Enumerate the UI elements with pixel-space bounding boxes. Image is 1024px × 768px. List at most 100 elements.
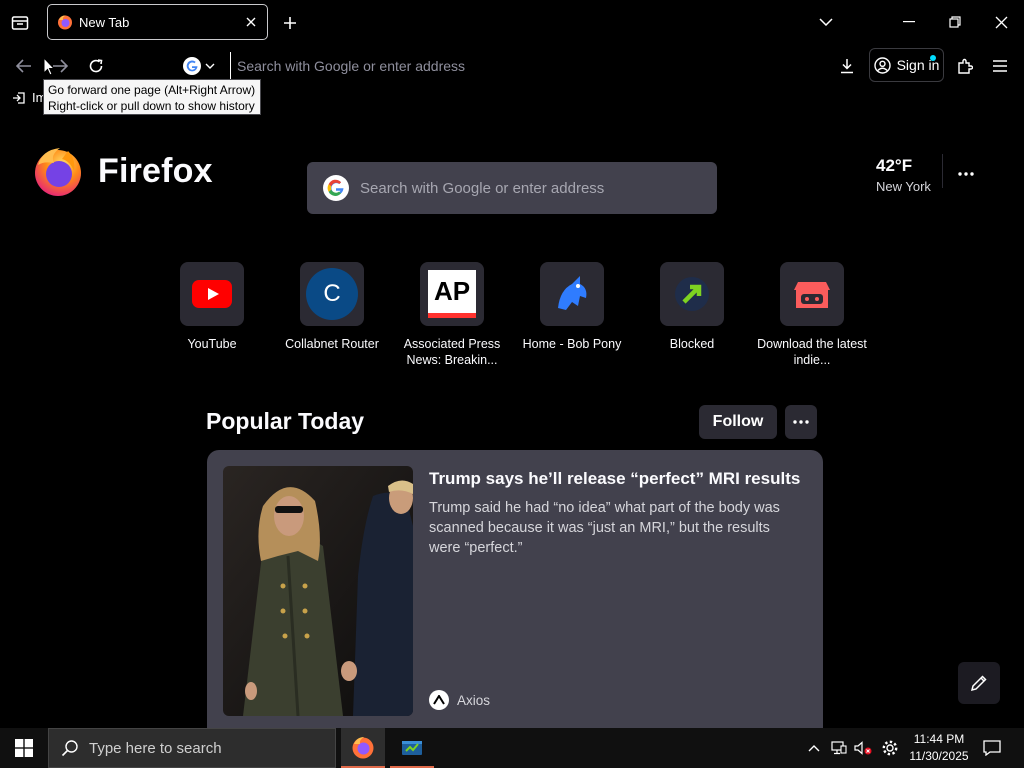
google-logo-icon	[183, 57, 201, 75]
shortcut-label: Home - Bob Pony	[522, 337, 622, 351]
puzzle-icon	[958, 58, 973, 74]
story-headline: Trump says he’ll release “perfect” MRI r…	[429, 469, 801, 488]
new-tab-button[interactable]	[276, 9, 304, 37]
import-bookmarks-button[interactable]: Im	[12, 90, 46, 105]
tab-close-button[interactable]	[239, 10, 263, 34]
shortcut-youtube[interactable]: YouTube	[152, 262, 272, 352]
title-bar: New Tab	[0, 0, 1024, 44]
google-logo-icon	[323, 175, 349, 201]
shortcut-collabnet-router[interactable]: C Collabnet Router	[272, 262, 392, 352]
back-button[interactable]	[9, 51, 39, 81]
axios-logo-icon	[429, 690, 449, 710]
reload-icon	[89, 59, 103, 73]
new-tab-page: Firefox Search with Google or enter addr…	[0, 118, 1024, 728]
search-box[interactable]: Search with Google or enter address	[307, 162, 717, 214]
start-button[interactable]	[0, 728, 48, 768]
hamburger-icon	[993, 60, 1007, 72]
tooltip-line: Right-click or pull down to show history	[48, 99, 255, 113]
taskbar-search-placeholder: Type here to search	[89, 739, 222, 757]
show-hidden-icons-button[interactable]	[803, 728, 825, 768]
search-placeholder: Search with Google or enter address	[360, 179, 605, 197]
weather-menu-button[interactable]	[952, 160, 980, 188]
shortcut-label: Collabnet Router	[285, 337, 379, 351]
reload-button[interactable]	[81, 51, 111, 81]
story-image	[223, 466, 413, 716]
forward-tooltip: Go forward one page (Alt+Right Arrow) Ri…	[43, 79, 261, 115]
tab-title: New Tab	[79, 14, 130, 30]
import-icon	[13, 91, 25, 104]
extensions-button[interactable]	[950, 51, 980, 81]
gear-icon	[882, 740, 898, 756]
taskbar-firefox[interactable]	[341, 728, 385, 768]
firefox-logo-icon	[352, 737, 374, 759]
shortcut-itch-io[interactable]: Download the latest indie...	[752, 262, 872, 368]
taskbar-app-2[interactable]	[390, 728, 434, 768]
tab-new-tab[interactable]: New Tab	[47, 4, 268, 40]
search-icon	[61, 740, 78, 757]
network-button[interactable]	[828, 728, 850, 768]
shortcut-label: Download the latest indie...	[757, 337, 867, 367]
divider	[942, 154, 943, 188]
weather-widget[interactable]: 42°F New York	[876, 156, 931, 194]
address-input[interactable]	[230, 52, 826, 80]
restore-button[interactable]	[932, 0, 978, 44]
shortcut-blocked[interactable]: Blocked	[632, 262, 752, 352]
follow-button[interactable]: Follow	[699, 405, 777, 439]
network-icon	[831, 741, 847, 755]
story-excerpt: Trump said he had “no idea” what part of…	[429, 500, 780, 556]
pencil-icon	[970, 675, 987, 692]
chevron-up-icon	[808, 745, 820, 752]
minimize-button[interactable]	[886, 0, 932, 44]
shortcut-label: Associated Press News: Breakin...	[403, 337, 501, 367]
list-all-tabs-button[interactable]	[803, 0, 849, 44]
firefox-view-icon	[11, 16, 29, 30]
taskbar-clock[interactable]: 11:44 PM 11/30/2025	[906, 731, 972, 765]
app-window-icon	[402, 741, 422, 755]
brand-name: Firefox	[98, 151, 213, 190]
settings-button[interactable]	[878, 728, 902, 768]
app-menu-button[interactable]	[985, 51, 1015, 81]
clock-date: 11/30/2025	[909, 749, 969, 763]
download-icon	[841, 59, 853, 74]
taskbar-search[interactable]: Type here to search	[48, 728, 336, 768]
bob-pony-icon	[540, 262, 604, 326]
weather-temperature: 42°F	[876, 156, 913, 175]
chevron-down-icon	[205, 63, 215, 69]
customize-button[interactable]	[958, 662, 1000, 704]
url-bar	[176, 51, 826, 81]
firefox-logo-icon	[35, 148, 81, 196]
downloads-button[interactable]	[832, 51, 862, 81]
itch-io-icon	[780, 262, 844, 326]
story-source: Axios	[429, 690, 490, 710]
search-engine-button[interactable]	[176, 52, 222, 80]
firefox-view-button[interactable]	[6, 9, 34, 37]
blocked-arrow-icon	[660, 262, 724, 326]
section-title: Popular Today	[206, 408, 365, 434]
youtube-icon	[180, 262, 244, 326]
windows-logo-icon	[15, 739, 33, 757]
weather-location: New York	[876, 179, 931, 194]
story-source-name: Axios	[457, 692, 491, 708]
notifications-button[interactable]	[978, 728, 1006, 768]
section-menu-button[interactable]	[785, 405, 817, 439]
shortcut-label: YouTube	[187, 337, 237, 351]
close-window-button[interactable]	[978, 0, 1024, 44]
shortcut-bob-pony[interactable]: Home - Bob Pony	[512, 262, 632, 352]
ap-logo-icon: AP	[420, 262, 484, 326]
shortcut-label: Blocked	[669, 337, 715, 351]
notification-icon	[983, 740, 1001, 756]
notification-dot	[930, 55, 936, 61]
close-icon	[246, 17, 256, 27]
account-icon	[873, 56, 891, 74]
more-dots-icon	[958, 172, 974, 176]
story-card[interactable]: Trump says he’ll release “perfect” MRI r…	[207, 450, 823, 728]
more-dots-icon	[793, 420, 809, 424]
volume-button[interactable]	[852, 728, 874, 768]
top-sites: YouTube C Collabnet Router AP Associated…	[152, 262, 872, 372]
clock-time: 11:44 PM	[913, 732, 965, 746]
firefox-brand: Firefox	[32, 145, 213, 197]
tooltip-line: Go forward one page (Alt+Right Arrow)	[48, 83, 256, 97]
restore-icon	[949, 16, 961, 28]
shortcut-associated-press[interactable]: AP Associated Press News: Breakin...	[392, 262, 512, 368]
account-sign-in-button[interactable]: Sign in	[869, 48, 944, 82]
